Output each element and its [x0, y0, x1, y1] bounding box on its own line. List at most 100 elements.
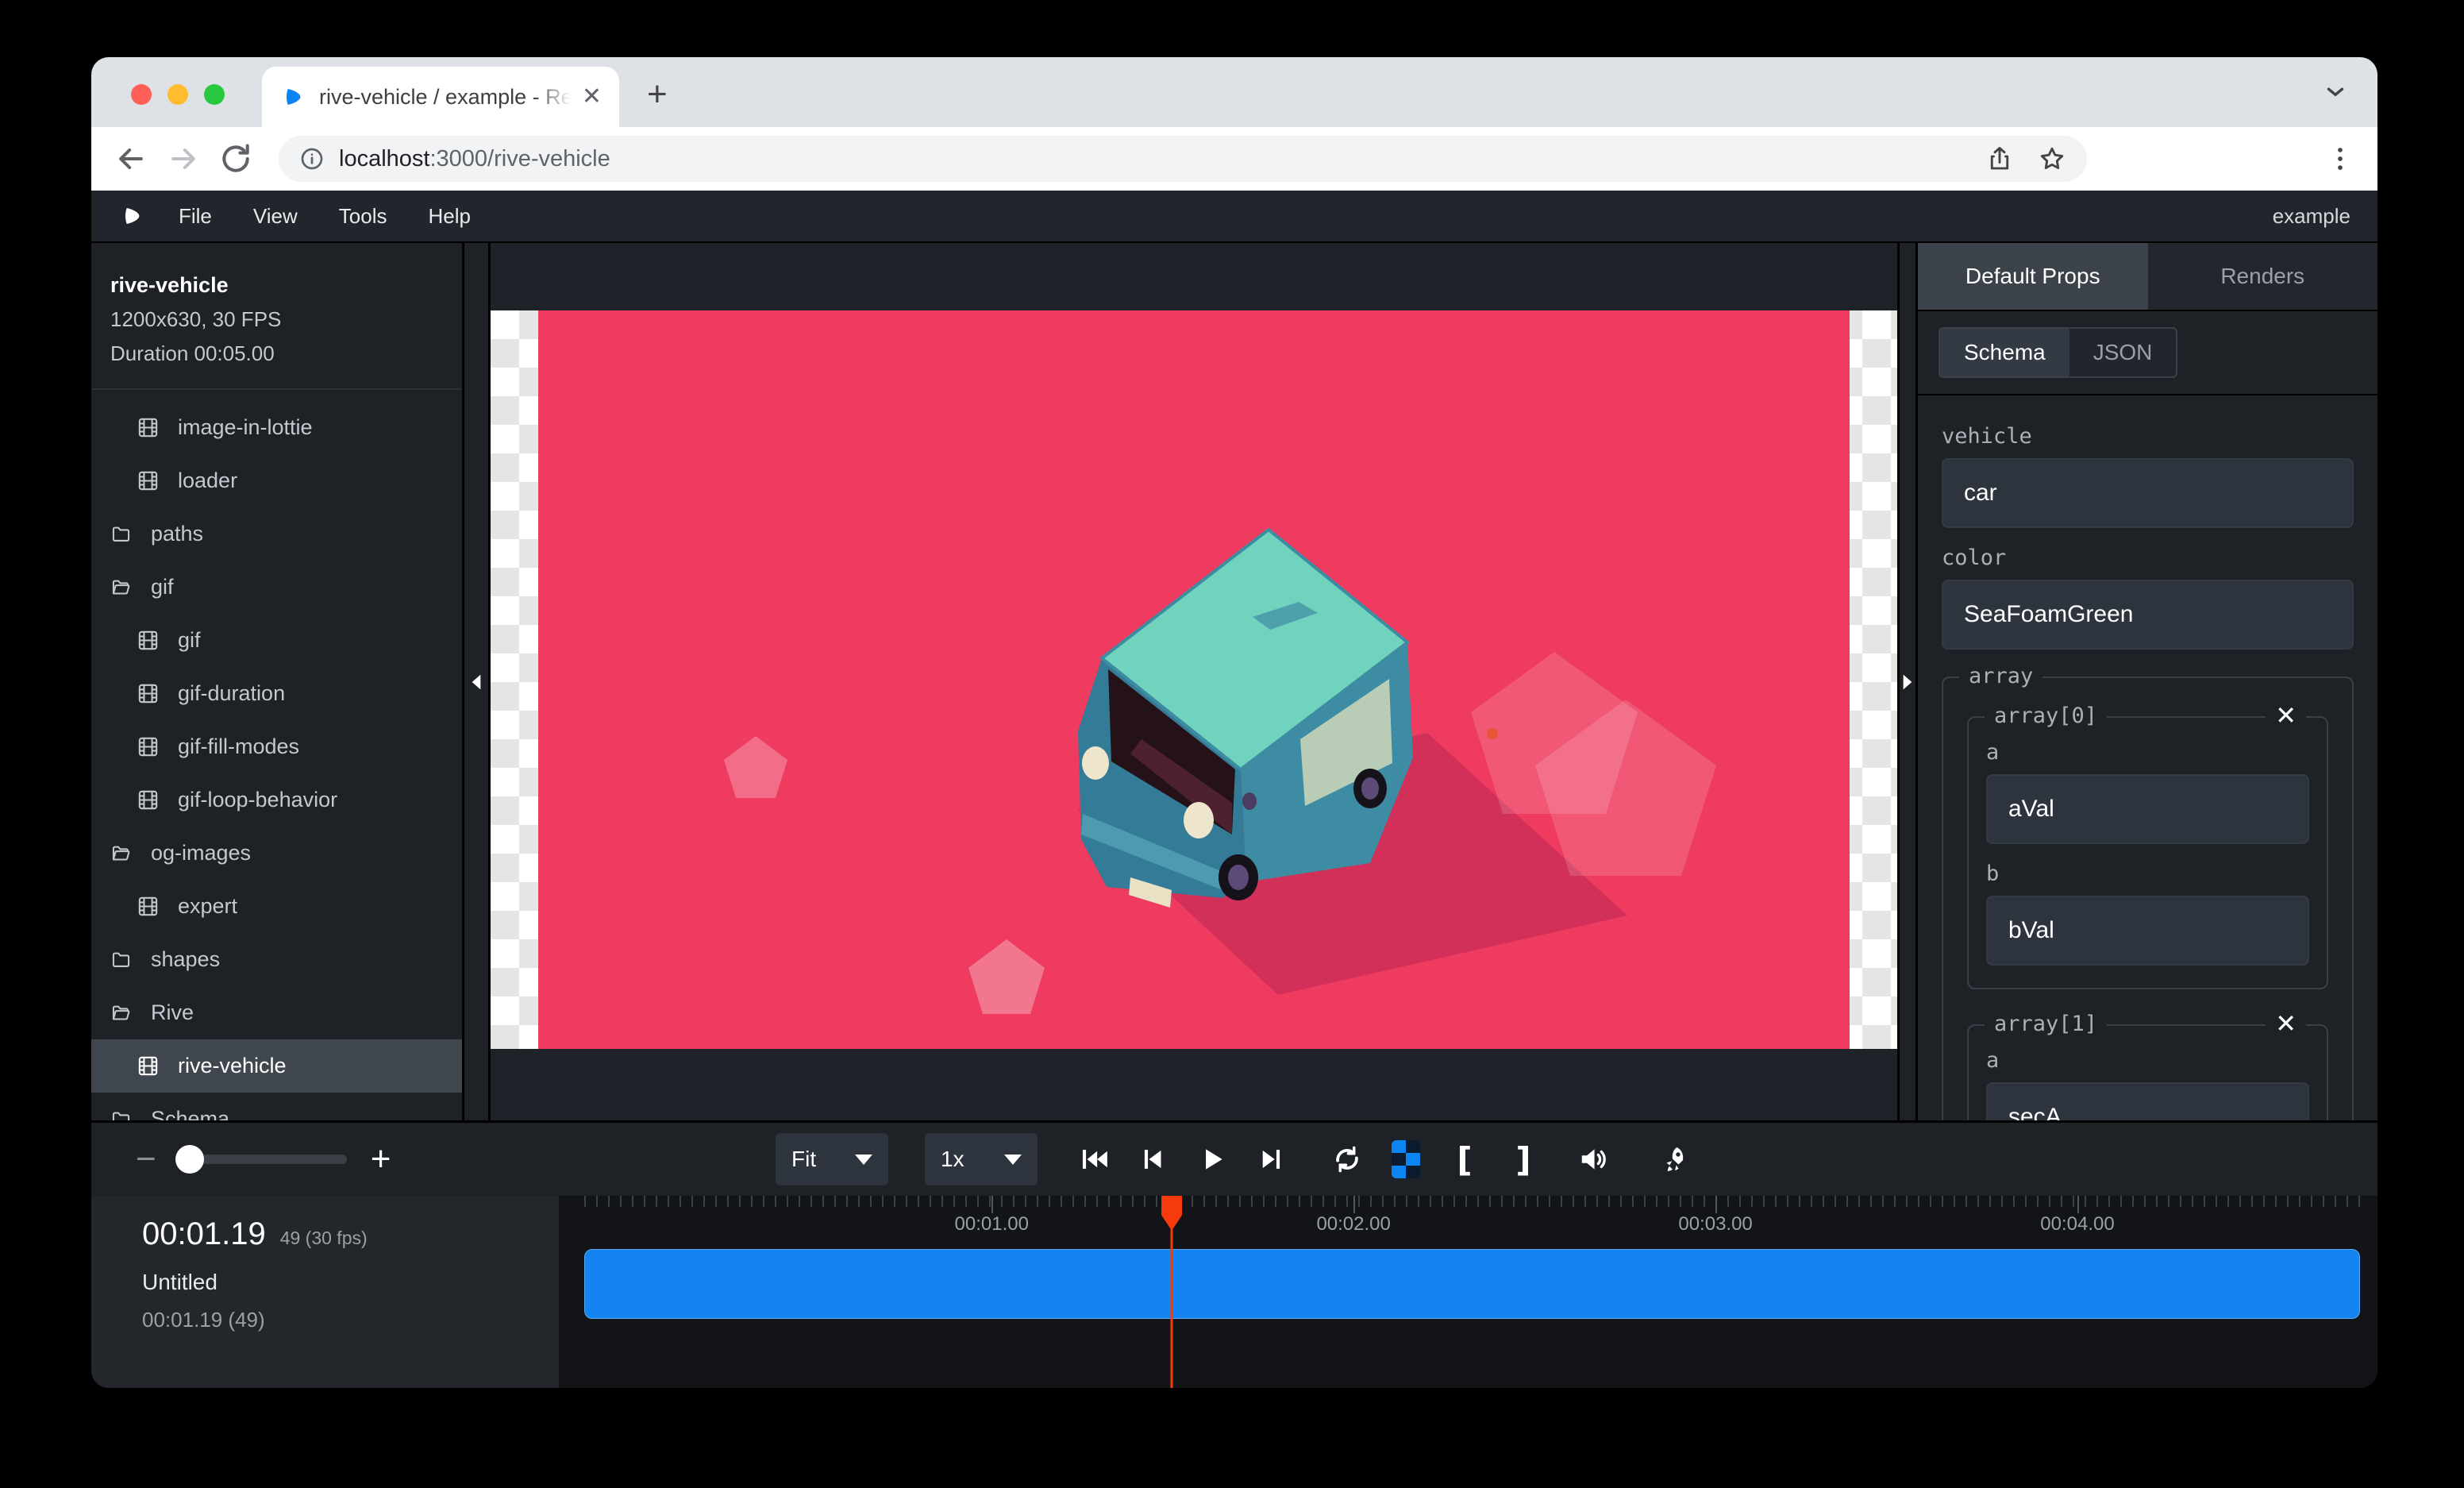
timeline-track-area[interactable]: 00:01.00 00:02.00 00:03.00 00:04.00 — [559, 1196, 2377, 1388]
browser-tab[interactable]: rive-vehicle / example - Remoti ✕ — [262, 67, 619, 127]
sidebar-item-rive-folder[interactable]: Rive — [91, 986, 462, 1039]
playhead-handle[interactable] — [1161, 1196, 1182, 1231]
set-out-point-button[interactable]: ] — [1503, 1139, 1544, 1180]
speed-dropdown-label: 1x — [941, 1147, 964, 1172]
sidebar-item-gif-fill-modes[interactable]: gif-fill-modes — [91, 720, 462, 773]
menu-view[interactable]: View — [253, 204, 298, 229]
sidebar-item-gif[interactable]: gif — [91, 614, 462, 667]
url-text: localhost:3000/rive-vehicle — [339, 146, 1962, 172]
film-icon — [137, 1055, 159, 1077]
field-label-vehicle: vehicle — [1942, 424, 2354, 449]
film-icon — [137, 683, 159, 704]
set-in-point-button[interactable]: [ — [1444, 1139, 1485, 1180]
sidebar-item-label: expert — [178, 894, 237, 919]
bookmark-star-icon[interactable] — [2038, 145, 2066, 173]
field-label-b: b — [1986, 862, 2309, 886]
fullscreen-window-button[interactable] — [204, 84, 225, 105]
window-controls — [131, 84, 225, 105]
rocket-button[interactable] — [1652, 1139, 1693, 1180]
default-props-form: vehicle car color SeaFoamGreen array arr… — [1918, 395, 2377, 1120]
film-icon — [137, 789, 159, 811]
zoom-out-button[interactable]: − — [136, 1139, 156, 1179]
jump-to-start-button[interactable] — [1074, 1139, 1115, 1180]
minimize-window-button[interactable] — [167, 84, 188, 105]
timeline-zoom-control: − + — [136, 1139, 391, 1179]
tab-default-props[interactable]: Default Props — [1918, 243, 2148, 310]
vehicle-animation — [491, 310, 1897, 1049]
tab-renders[interactable]: Renders — [2148, 243, 2378, 310]
collapse-right-icon[interactable] — [1901, 673, 1914, 691]
transparency-checkerboard-button[interactable] — [1385, 1139, 1426, 1180]
timeline: 00:01.19 49 (30 fps) Untitled 00:01.19 (… — [91, 1196, 2377, 1388]
array-0-a-input[interactable]: aVal — [1986, 774, 2309, 844]
chevron-down-icon[interactable] — [2322, 78, 2349, 105]
rightpanel-collapse-strip[interactable] — [1897, 243, 1915, 1120]
volume-button[interactable] — [1573, 1139, 1614, 1180]
ruler-label: 00:02.00 — [1316, 1213, 1390, 1236]
sidebar-item-schema[interactable]: Schema — [91, 1093, 462, 1120]
previous-frame-button[interactable] — [1133, 1139, 1174, 1180]
array-0-b-input[interactable]: bVal — [1986, 896, 2309, 966]
sidebar-item-image-in-lottie[interactable]: image-in-lottie — [91, 401, 462, 454]
toggle-json[interactable]: JSON — [2069, 329, 2177, 376]
array-1-a-input[interactable]: secA — [1986, 1082, 2309, 1120]
previous-frame-icon — [1138, 1144, 1168, 1174]
new-tab-button[interactable]: + — [647, 75, 668, 114]
sidebar-item-gif-loop-behavior[interactable]: gif-loop-behavior — [91, 773, 462, 827]
preview-viewport[interactable] — [491, 243, 1897, 1120]
vehicle-input[interactable]: car — [1942, 458, 2354, 528]
ruler-major-tick — [991, 1196, 993, 1213]
sidebar-item-rive-vehicle[interactable]: rive-vehicle — [91, 1039, 462, 1093]
menu-file[interactable]: File — [179, 204, 212, 229]
sidebar-item-loader[interactable]: loader — [91, 454, 462, 507]
reload-icon[interactable] — [218, 141, 253, 176]
play-button[interactable] — [1192, 1139, 1233, 1180]
menu-help[interactable]: Help — [429, 204, 471, 229]
browser-menu-icon[interactable] — [2325, 144, 2355, 174]
toggle-schema[interactable]: Schema — [1940, 329, 2069, 376]
ruler-major-tick — [2077, 1196, 2079, 1213]
checkerboard-icon — [1392, 1140, 1420, 1178]
sidebar-item-og-images[interactable]: og-images — [91, 827, 462, 880]
remove-array-1-icon[interactable]: ✕ — [2266, 1010, 2306, 1038]
track-duration: 00:01.19 (49) — [142, 1308, 559, 1332]
back-icon[interactable] — [114, 141, 148, 176]
sidebar-item-paths[interactable]: paths — [91, 507, 462, 561]
timeline-track-bar[interactable] — [584, 1249, 2360, 1319]
collapse-left-icon[interactable] — [470, 673, 483, 691]
screenshot-stage: rive-vehicle / example - Remoti ✕ + loca… — [0, 0, 2464, 1488]
zoom-in-button[interactable]: + — [371, 1139, 391, 1179]
speed-dropdown[interactable]: 1x — [925, 1133, 1038, 1185]
next-frame-button[interactable] — [1250, 1139, 1292, 1180]
menu-tools[interactable]: Tools — [339, 204, 387, 229]
fit-dropdown[interactable]: Fit — [776, 1133, 888, 1185]
sidebar-collapse-strip[interactable] — [464, 243, 491, 1120]
address-bar[interactable]: localhost:3000/rive-vehicle — [279, 136, 2087, 182]
zoom-slider[interactable] — [180, 1155, 347, 1164]
share-icon[interactable] — [1985, 145, 2014, 173]
loop-button[interactable] — [1326, 1139, 1368, 1180]
site-info-icon[interactable] — [299, 146, 325, 172]
van-illustration — [1078, 530, 1413, 908]
app-menubar: File View Tools Help example — [91, 191, 2377, 243]
film-icon — [137, 630, 159, 651]
remove-array-0-icon[interactable]: ✕ — [2266, 702, 2306, 730]
remotion-logo-icon[interactable] — [118, 203, 144, 229]
remotion-favicon-icon — [279, 84, 305, 110]
schema-json-toggle-row: Schema JSON — [1918, 311, 2377, 395]
ruler-major-tick — [1353, 1196, 1355, 1213]
forward-icon[interactable] — [166, 141, 201, 176]
sidebar-item-gif-folder[interactable]: gif — [91, 561, 462, 614]
sidebar-item-expert[interactable]: expert — [91, 880, 462, 933]
sidebar-item-label: gif — [178, 628, 201, 653]
ruler-ticks — [584, 1196, 2362, 1207]
close-window-button[interactable] — [131, 84, 152, 105]
props-panel: Default Props Renders Schema JSON vehicl… — [1915, 243, 2377, 1120]
sidebar-item-gif-duration[interactable]: gif-duration — [91, 667, 462, 720]
color-input[interactable]: SeaFoamGreen — [1942, 580, 2354, 650]
sidebar-item-shapes[interactable]: shapes — [91, 933, 462, 986]
zoom-slider-knob[interactable] — [175, 1145, 204, 1174]
browser-window: rive-vehicle / example - Remoti ✕ + loca… — [91, 57, 2377, 1388]
sidebar-item-label: gif-fill-modes — [178, 734, 299, 759]
close-tab-icon[interactable]: ✕ — [582, 85, 602, 109]
